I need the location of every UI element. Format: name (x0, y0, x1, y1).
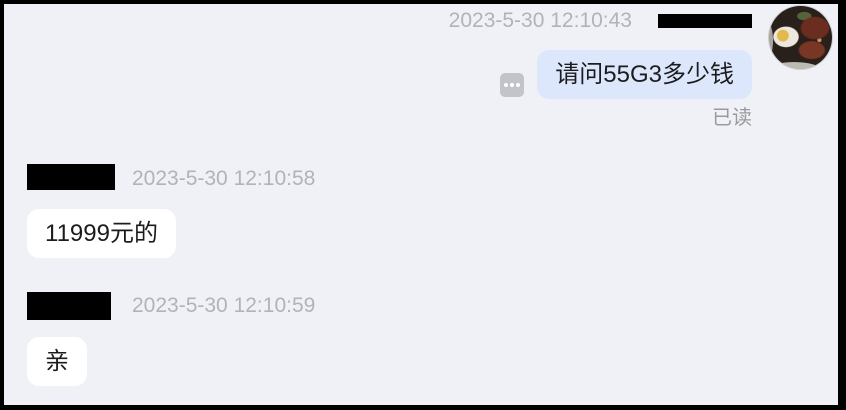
more-icon-dot (504, 83, 509, 87)
message-timestamp: 2023-5-30 12:10:59 (132, 294, 316, 317)
redacted-sender-name (27, 292, 111, 320)
read-status: 已读 (712, 107, 752, 129)
outgoing-message-row: 请问55G3多少钱 (500, 50, 752, 99)
incoming-message-bubble: 11999元的 (27, 209, 176, 258)
message-timestamp: 2023-5-30 12:10:43 (448, 9, 632, 32)
message-timestamp: 2023-5-30 12:10:58 (132, 167, 316, 190)
avatar[interactable] (769, 6, 832, 69)
more-icon-dot (510, 83, 515, 87)
more-icon-dot (516, 83, 521, 87)
window-frame: 2023-5-30 12:10:43 请问55G3多少钱 已读 2023-5-3… (0, 0, 846, 410)
redacted-sender-name (27, 164, 115, 190)
redacted-sender-name (658, 14, 752, 28)
more-icon[interactable] (500, 73, 525, 97)
outgoing-message-bubble: 请问55G3多少钱 (537, 50, 752, 99)
incoming-message-bubble: 亲 (27, 337, 87, 386)
chat-area: 2023-5-30 12:10:43 请问55G3多少钱 已读 2023-5-3… (4, 4, 838, 405)
